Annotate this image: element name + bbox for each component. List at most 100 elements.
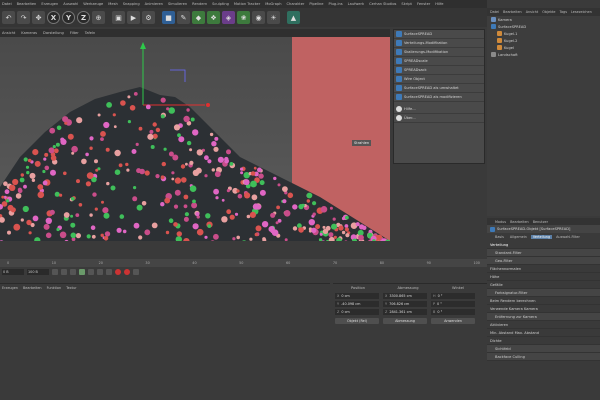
dropdown-item[interactable]: SPREADsack: [394, 66, 484, 75]
coordinate-system-icon[interactable]: ⊕: [92, 11, 105, 24]
material-menu-item[interactable]: Bearbeiten: [23, 286, 42, 290]
prev-key-icon[interactable]: [61, 269, 67, 275]
menu-item[interactable]: Werkzeuge: [83, 2, 103, 6]
menu-item[interactable]: MoGraph: [265, 2, 281, 6]
position-field[interactable]: X0 cm: [335, 293, 379, 299]
plugin-icon[interactable]: ▲: [287, 11, 300, 24]
attribute-menu-item[interactable]: Benutzer: [533, 220, 548, 224]
undo-icon[interactable]: ↶: [2, 11, 15, 24]
object-row[interactable]: SurfaceSPREAD: [487, 23, 600, 30]
object-row[interactable]: Landschaft: [487, 51, 600, 58]
attribute-group[interactable]: Sichtfeld: [487, 345, 600, 353]
render-settings-icon[interactable]: ⚙: [142, 11, 155, 24]
menu-item[interactable]: Fenster: [417, 2, 430, 6]
prev-frame-icon[interactable]: [70, 269, 76, 275]
rotation-field[interactable]: P0 °: [431, 301, 475, 307]
object-manager-menu-item[interactable]: Ansicht: [526, 10, 539, 14]
attribute-row[interactable]: Flächennormalen: [487, 265, 600, 273]
size-field[interactable]: X 3300.865 cm: [383, 293, 427, 299]
coordinate-mode-select[interactable]: Objekt (Rel): [335, 317, 379, 324]
timeline-ruler[interactable]: 0 10 20 30 40 50 60 70 80 90 100: [0, 259, 487, 267]
object-manager-menu-item[interactable]: Objekte: [542, 10, 555, 14]
redo-icon[interactable]: ↷: [17, 11, 30, 24]
next-frame-icon[interactable]: [88, 269, 94, 275]
dropdown-item[interactable]: Skalierungs-Modifikation: [394, 48, 484, 57]
attribute-group[interactable]: Geo-Filter: [487, 257, 600, 265]
object-row[interactable]: Kamera: [487, 16, 600, 23]
axis-x-button[interactable]: X: [47, 11, 60, 24]
attribute-group[interactable]: Farbsignatur-Filter: [487, 289, 600, 297]
render-picture-icon[interactable]: ▶: [127, 11, 140, 24]
dropdown-item[interactable]: Verteilungs-Modifikation: [394, 39, 484, 48]
play-icon[interactable]: [79, 269, 85, 275]
object-manager-menu-item[interactable]: Bearbeiten: [503, 10, 522, 14]
attribute-tab[interactable]: Verteilung: [530, 235, 553, 239]
light-icon[interactable]: ☀: [267, 11, 280, 24]
size-field[interactable]: Z 2841.361 cm: [383, 309, 427, 315]
material-menu-item[interactable]: Textur: [66, 286, 76, 290]
record-icon[interactable]: [115, 269, 121, 275]
start-frame-field[interactable]: 0 B: [2, 269, 24, 275]
autokey-icon[interactable]: [124, 269, 130, 275]
viewport[interactable]: Strahlen: [0, 37, 390, 241]
viewport-menu-item[interactable]: Ansicht: [2, 31, 15, 35]
attribute-row[interactable]: Aktivieren: [487, 321, 600, 329]
size-mode-select[interactable]: Abmessung: [383, 317, 427, 324]
menu-item[interactable]: Snapping: [123, 2, 140, 6]
viewport-menu-item[interactable]: Filter: [70, 31, 79, 35]
object-row[interactable]: Kugel.2: [487, 37, 600, 44]
object-row[interactable]: Kugel: [487, 44, 600, 51]
rotation-field[interactable]: H0 °: [431, 293, 475, 299]
menu-item[interactable]: Plug-ins: [328, 2, 342, 6]
environment-icon[interactable]: ❀: [237, 11, 250, 24]
move-tool-icon[interactable]: ✥: [32, 11, 45, 24]
dropdown-item[interactable]: SPREADscale: [394, 57, 484, 66]
goto-end-icon[interactable]: [106, 269, 112, 275]
menu-item[interactable]: Auswahl: [63, 2, 78, 6]
menu-item[interactable]: Rendern: [192, 2, 207, 6]
viewport-menu-item[interactable]: Kameras: [21, 31, 37, 35]
array-icon[interactable]: ❖: [207, 11, 220, 24]
pen-icon[interactable]: ✎: [177, 11, 190, 24]
cube-icon[interactable]: ■: [162, 11, 175, 24]
size-field[interactable]: Y 706.826 cm: [383, 301, 427, 307]
attribute-row[interactable]: Dichte: [487, 337, 600, 345]
rotation-field[interactable]: B0 °: [431, 309, 475, 315]
menu-item[interactable]: Laufwerk: [348, 2, 364, 6]
attribute-row[interactable]: Gefälle: [487, 281, 600, 289]
dropdown-item[interactable]: SurfaceSPREAD als umwhaltet: [394, 84, 484, 93]
end-frame-field[interactable]: 100 B: [27, 269, 49, 275]
attribute-menu-item[interactable]: Modus: [495, 220, 506, 224]
menu-item[interactable]: Motion Tracker: [234, 2, 260, 6]
subdivision-icon[interactable]: ◆: [192, 11, 205, 24]
object-row[interactable]: Kugel.1: [487, 30, 600, 37]
menu-item[interactable]: Animieren: [145, 2, 163, 6]
object-manager-menu-item[interactable]: Datei: [490, 10, 499, 14]
dropdown-item[interactable]: SurfaceSPREAD: [394, 30, 484, 39]
menu-item[interactable]: Cerhan Studios: [369, 2, 396, 6]
menu-item[interactable]: Simulieren: [168, 2, 187, 6]
menu-item[interactable]: Hilfe: [435, 2, 443, 6]
attribute-group[interactable]: Backface Culling: [487, 353, 600, 361]
attribute-group[interactable]: Standard-Filter: [487, 249, 600, 257]
attribute-row[interactable]: Min. Abstand Max. Abstand: [487, 329, 600, 337]
viewport-menu-item[interactable]: Tafeln: [85, 31, 96, 35]
viewport-menu-item[interactable]: Darstellung: [43, 31, 64, 35]
attribute-menu-item[interactable]: Bearbeiten: [510, 220, 529, 224]
next-key-icon[interactable]: [97, 269, 103, 275]
menu-item[interactable]: Charakter: [287, 2, 305, 6]
dropdown-option[interactable]: Über...: [394, 114, 484, 123]
object-manager-menu-item[interactable]: Lesezeichen: [571, 10, 592, 14]
menu-item[interactable]: Skript: [401, 2, 412, 6]
attribute-row[interactable]: Verwende Kamera Kamera: [487, 305, 600, 313]
axis-z-button[interactable]: Z: [77, 11, 90, 24]
attribute-row[interactable]: Höhe: [487, 273, 600, 281]
deformer-icon[interactable]: ◈: [222, 11, 235, 24]
dropdown-option[interactable]: Hilfe...: [394, 105, 484, 114]
keyframe-selection-icon[interactable]: [133, 269, 139, 275]
render-view-icon[interactable]: ▣: [112, 11, 125, 24]
dropdown-item[interactable]: Wire Object: [394, 75, 484, 84]
menu-item[interactable]: Mesh: [108, 2, 117, 6]
menu-item[interactable]: Bearbeiten: [17, 2, 37, 6]
attribute-tab[interactable]: Auswahl-Filter: [554, 235, 582, 239]
